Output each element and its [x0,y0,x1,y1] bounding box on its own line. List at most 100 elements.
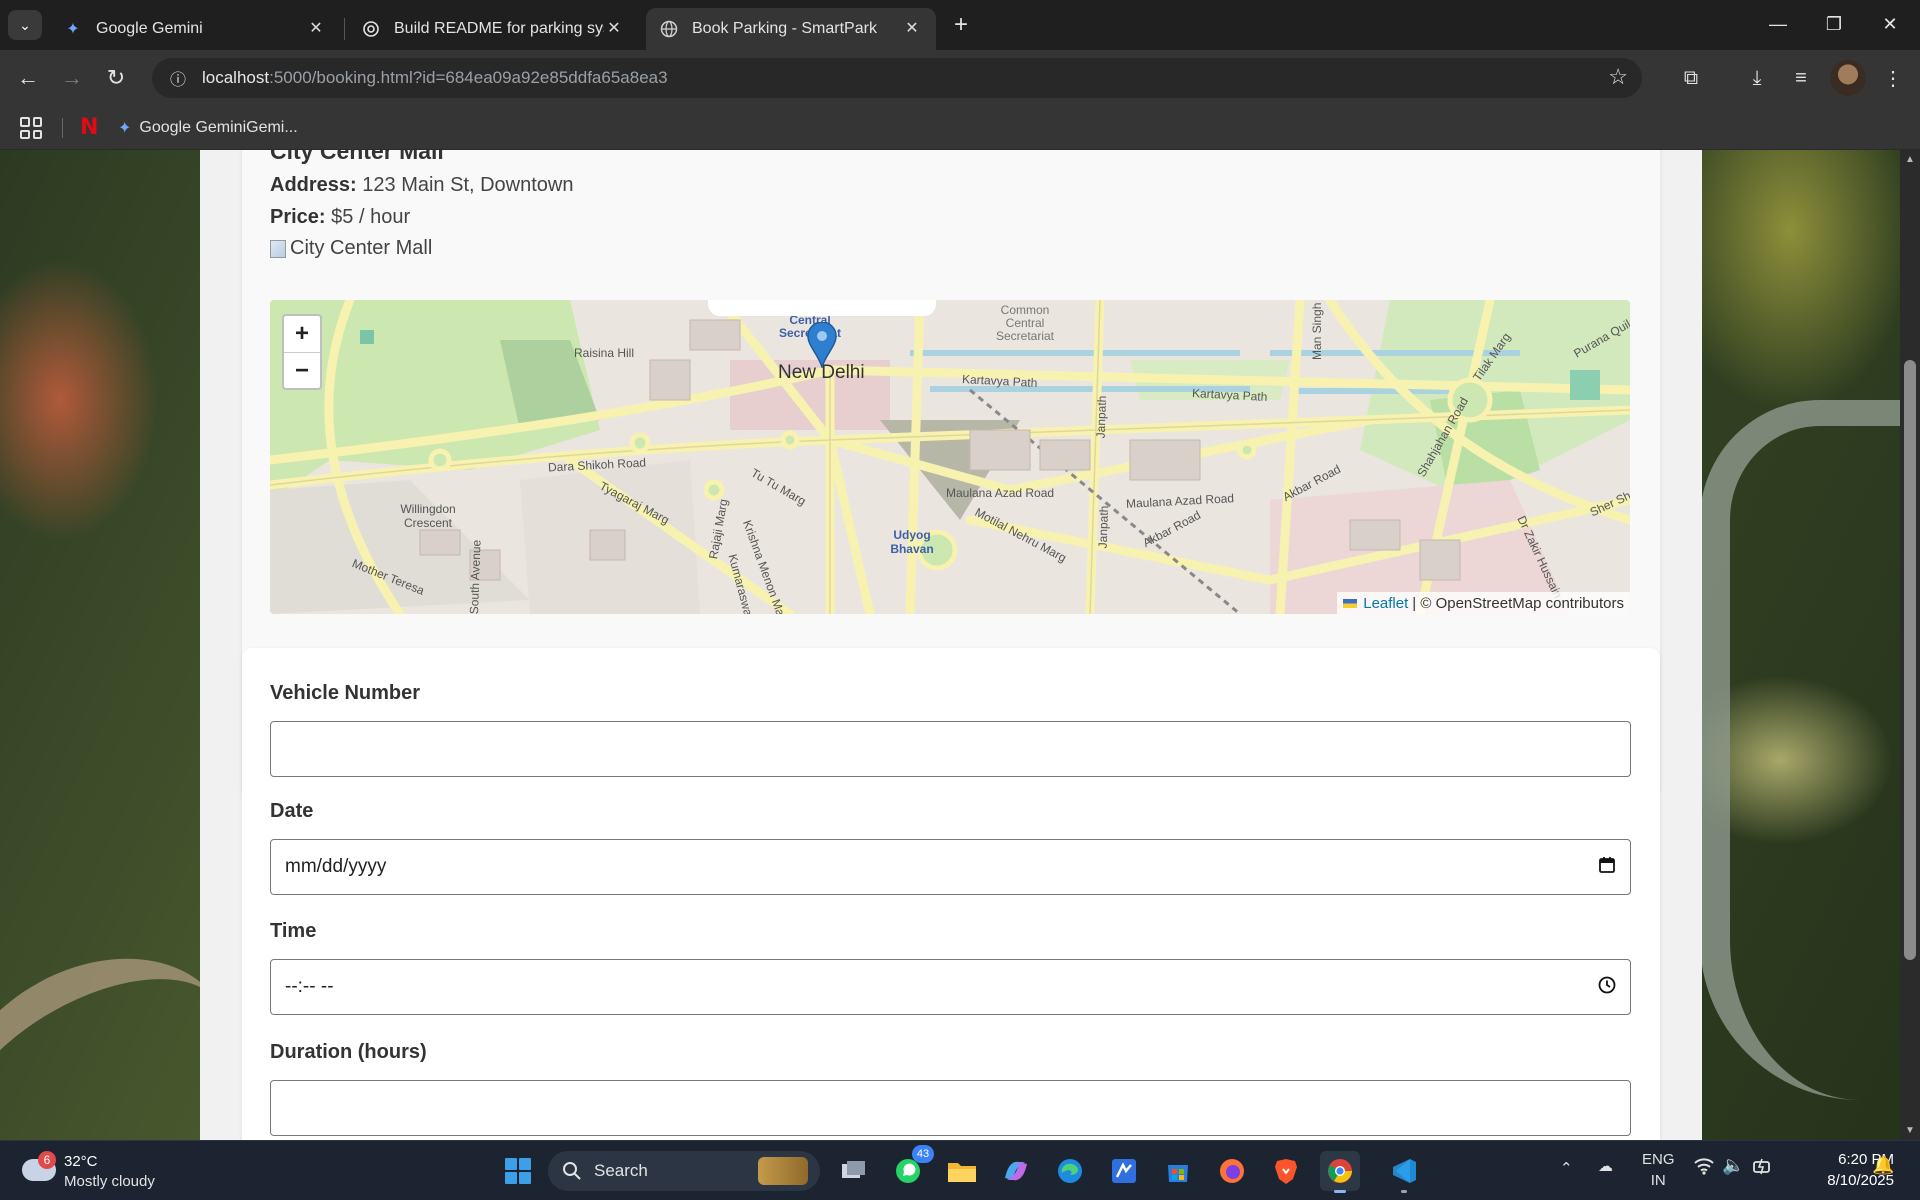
close-window-icon[interactable]: ✕ [1862,0,1918,48]
clock-icon[interactable] [1598,976,1616,999]
language-indicator[interactable]: ENG IN [1642,1149,1675,1191]
windows-taskbar: 6 32°C Mostly cloudy Search 43 ⌃ ☁ ENG I… [0,1140,1920,1200]
booking-form: Vehicle Number Date mm/dd/yyyy Time --:-… [242,648,1660,1140]
close-tab-icon[interactable]: ✕ [604,19,624,39]
file-explorer-icon[interactable] [942,1151,982,1191]
notifications-icon[interactable]: 🔔 [1872,1155,1894,1176]
gemini-icon: ✦ [66,21,80,38]
weather-badge: 6 [38,1151,56,1169]
map-attribution: Leaflet | © OpenStreetMap contributors [1337,592,1630,614]
duration-input[interactable] [270,1080,1631,1136]
scroll-up-icon[interactable]: ▲ [1904,154,1916,165]
close-tab-icon[interactable]: ✕ [902,19,922,39]
show-hidden-icons[interactable]: ⌃ [1560,1159,1573,1177]
download-icon[interactable]: ⤓ [1740,62,1774,94]
new-tab-button[interactable]: + [946,10,976,40]
close-tab-icon[interactable]: ✕ [306,19,326,39]
lot-image-alt: City Center Mall [290,237,433,259]
globe-icon [660,20,678,38]
attribution-text: | © OpenStreetMap contributors [1412,594,1624,612]
page-scrollbar[interactable]: ▲ ▼ [1900,150,1920,1140]
time-input[interactable]: --:-- -- [270,959,1631,1015]
lot-price: Price: $5 / hour [270,206,410,229]
url-text[interactable]: localhost:5000/booking.html?id=684ea09a9… [202,68,668,88]
location-map[interactable]: Raisina Hill Central Secretariat Common … [270,300,1630,614]
forward-icon[interactable]: → [56,62,88,94]
map-popup[interactable] [708,300,936,316]
netflix-icon[interactable]: N [80,115,98,140]
tab-search-dropdown-icon[interactable]: ⌄ [8,10,42,40]
taskbar-search[interactable]: Search [548,1151,820,1191]
brave-icon[interactable] [1266,1151,1306,1191]
start-button[interactable] [498,1151,538,1191]
task-view-icon[interactable] [834,1151,874,1191]
whatsapp-badge: 43 [912,1145,934,1163]
calendar-icon[interactable] [1598,856,1616,879]
browser-tabstrip: ⌄ ✦ Google Gemini ✕ Build README for par… [0,0,1920,50]
bookmark-star-icon[interactable]: ☆ [1608,64,1628,90]
map-label: Maulana Azad Road [946,486,1055,500]
edge-icon[interactable] [1050,1151,1090,1191]
map-label: Janpath [1095,505,1112,549]
vehicle-number-input[interactable] [270,721,1631,777]
zoom-in-button[interactable]: + [284,316,320,352]
time-label: Time [270,920,317,942]
running-app-indicator [1401,1190,1407,1193]
map-label: Man Singh Road [1310,300,1324,360]
whatsapp-icon[interactable]: 43 [888,1145,934,1191]
media-control-icon[interactable]: ≡ [1784,62,1818,94]
copilot-icon[interactable] [996,1151,1036,1191]
weather-description: Mostly cloudy [64,1173,155,1190]
tab-title: Build README for parking syste [394,20,604,37]
menu-icon[interactable]: ⋮ [1876,62,1910,94]
map-label: Common Central Secretariat [995,303,1055,343]
tab-google-gemini[interactable]: ✦ Google Gemini ✕ [50,8,340,50]
vehicle-number-label: Vehicle Number [270,682,421,704]
battery-icon[interactable] [1752,1157,1772,1179]
tab-book-parking[interactable]: Book Parking - SmartPark ✕ [646,8,936,50]
browser-toolbar: ← → ↻ ⓘ localhost:5000/booking.html?id=6… [0,50,1920,106]
firefox-icon[interactable] [1212,1151,1252,1191]
chrome-icon[interactable] [1320,1151,1360,1193]
tab-separator [344,18,345,40]
time-placeholder: --:-- -- [285,976,334,997]
lot-address: Address: 123 Main St, Downtown [270,174,574,197]
scroll-down-icon[interactable]: ▼ [1904,1125,1916,1136]
scrollbar-thumb[interactable] [1904,360,1916,960]
onedrive-icon[interactable]: ☁ [1598,1157,1613,1175]
gemini-icon: ✦ [118,120,132,137]
price-value: $5 / hour [331,206,411,228]
minimize-icon[interactable]: — [1750,0,1806,48]
apps-grid-icon[interactable] [20,117,42,139]
vscode-icon[interactable] [1384,1151,1424,1193]
restore-icon[interactable]: ❐ [1806,0,1862,48]
search-highlight-image [758,1157,808,1185]
price-label: Price: [270,206,326,228]
profile-avatar[interactable] [1830,60,1866,96]
extensions-icon[interactable]: ⧉ [1674,62,1708,94]
weather-temperature: 32°C [64,1153,98,1170]
microsoft-store-icon[interactable] [1158,1151,1198,1191]
leaflet-link[interactable]: Leaflet [1363,595,1408,612]
date-label: Date [270,800,314,822]
address-bar[interactable]: ⓘ localhost:5000/booking.html?id=684ea09… [152,58,1642,98]
date-input[interactable]: mm/dd/yyyy [270,839,1631,895]
tab-build-readme[interactable]: Build README for parking syste ✕ [348,8,638,50]
bookmark-google-gemini[interactable]: ✦ Google GeminiGemi... [118,114,298,142]
map-label: Raisina Hill [574,346,635,360]
site-info-icon[interactable]: ⓘ [158,58,198,98]
app-icon[interactable] [1104,1151,1144,1191]
zoom-out-button[interactable]: − [284,352,320,388]
reload-icon[interactable]: ↻ [100,62,132,94]
windows-logo-icon [505,1158,531,1184]
weather-widget[interactable]: 6 32°C Mostly cloudy [22,1149,182,1193]
date-placeholder: mm/dd/yyyy [285,856,387,877]
chatgpt-icon [362,20,380,38]
wifi-icon[interactable] [1694,1157,1714,1179]
back-icon[interactable]: ← [12,62,44,94]
page-viewport: City Center Mall Address: 123 Main St, D… [0,150,1920,1140]
map-label: Willingdon Crescent [400,502,456,530]
map-zoom-control: + − [282,314,322,390]
address-label: Address: [270,174,357,196]
volume-icon[interactable]: 🔈 [1722,1155,1744,1176]
